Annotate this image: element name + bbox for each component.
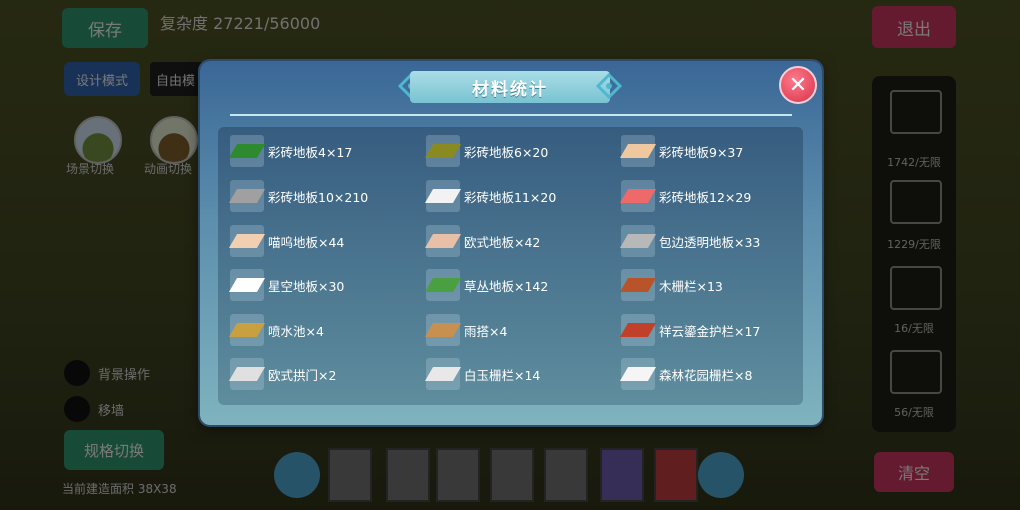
material-item-label: 喷水池×4 [268,323,324,339]
material-item-label: 木栅栏×13 [659,278,723,294]
material-item: 白玉栅栏×14 [424,358,541,390]
grass-tile-icon [424,269,462,301]
material-item-label: 彩砖地板10×210 [268,189,369,205]
material-item: 包边透明地板×33 [619,225,761,257]
material-item: 彩砖地板12×29 [619,180,752,212]
material-item: 雨搭×4 [424,314,508,346]
star-tile-icon [228,269,266,301]
material-item: 欧式拱门×2 [228,358,337,390]
gray-tile-icon [228,180,266,212]
material-item: 彩砖地板11×20 [424,180,557,212]
peach-tile-icon [619,135,657,167]
material-item-label: 欧式拱门×2 [268,367,337,383]
material-item-label: 祥云鎏金护栏×17 [659,323,761,339]
right-ornament-icon [595,72,623,100]
green-tile-icon [228,135,266,167]
material-item-label: 欧式地板×42 [464,234,541,250]
material-item-label: 包边透明地板×33 [659,234,761,250]
olive-tile-icon [424,135,462,167]
material-item-label: 星空地板×30 [268,278,345,294]
material-item: 彩砖地板10×210 [228,180,369,212]
material-item-label: 彩砖地板11×20 [464,189,557,205]
material-item-label: 雨搭×4 [464,323,508,339]
material-item: 喵呜地板×44 [228,225,345,257]
material-item: 星空地板×30 [228,269,345,301]
euro-tile-icon [424,225,462,257]
material-item: 草丛地板×142 [424,269,549,301]
material-item-label: 喵呜地板×44 [268,234,345,250]
material-item: 喷水池×4 [228,314,324,346]
material-item: 森林花园栅栏×8 [619,358,753,390]
material-item: 彩砖地板6×20 [424,135,549,167]
transparent-tile-icon [619,225,657,257]
material-item-label: 彩砖地板12×29 [659,189,752,205]
jade-fence-icon [424,358,462,390]
awning-icon [424,314,462,346]
dialog-title: 材料统计 [410,71,610,103]
material-stats-dialog: 材料统计 ✕ 彩砖地板4×17 彩砖地板6×20 彩砖地板9×37 彩砖地板10×21… [200,61,822,425]
fountain-icon [228,314,266,346]
material-item: 彩砖地板9×37 [619,135,744,167]
material-item-label: 白玉栅栏×14 [464,367,541,383]
material-item-label: 草丛地板×142 [464,278,549,294]
red-tile-icon [619,180,657,212]
material-item: 彩砖地板4×17 [228,135,353,167]
material-item: 木栅栏×13 [619,269,723,301]
arch-door-icon [228,358,266,390]
material-item-label: 彩砖地板4×17 [268,144,353,160]
white-tile-icon [424,180,462,212]
garden-fence-icon [619,358,657,390]
cloud-railing-icon [619,314,657,346]
title-divider [230,114,792,116]
material-item: 欧式地板×42 [424,225,541,257]
material-item-label: 彩砖地板6×20 [464,144,549,160]
material-item: 祥云鎏金护栏×17 [619,314,761,346]
material-item-label: 森林花园栅栏×8 [659,367,753,383]
material-item-label: 彩砖地板9×37 [659,144,744,160]
material-list: 彩砖地板4×17 彩砖地板6×20 彩砖地板9×37 彩砖地板10×210 彩砖地板11… [218,127,803,405]
close-icon[interactable]: ✕ [779,66,817,104]
wood-fence-icon [619,269,657,301]
cat-tile-icon [228,225,266,257]
